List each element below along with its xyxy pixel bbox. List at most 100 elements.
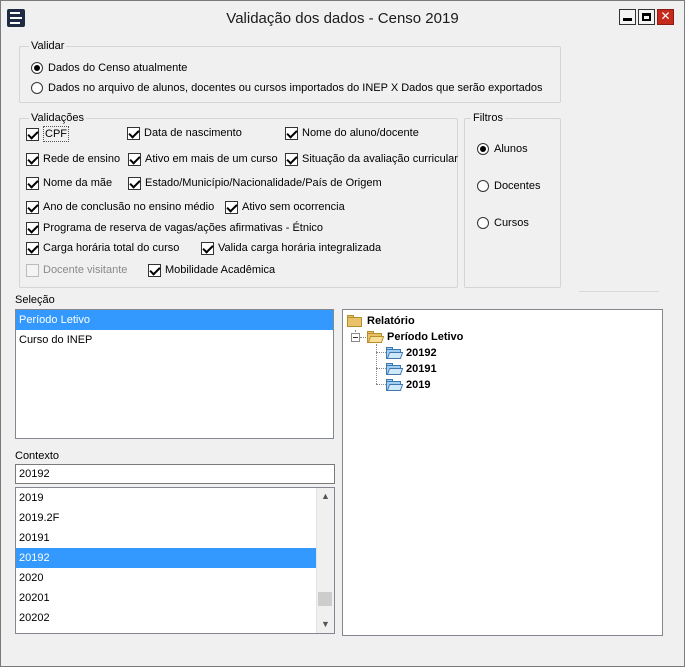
list-item[interactable]: 20191: [16, 528, 317, 548]
checkbox-cpf[interactable]: CPF: [26, 126, 69, 142]
radio-indicator[interactable]: [31, 82, 43, 94]
checkbox-ano-conclusao[interactable]: Ano de conclusão no ensino médio: [26, 200, 214, 214]
folder-open-icon: [386, 379, 404, 391]
collapse-icon[interactable]: [351, 333, 360, 342]
tree-node-leaf[interactable]: 20191: [386, 362, 437, 376]
radio-label: Cursos: [494, 217, 529, 229]
checkbox-indicator[interactable]: [26, 221, 39, 235]
checkbox-indicator[interactable]: [225, 200, 238, 214]
checkbox-label: Docente visitante: [43, 264, 128, 276]
title-bar: Validação dos dados - Censo 2019 ✕: [1, 1, 684, 35]
checkbox-label: CPF: [43, 126, 69, 142]
checkbox-label: Mobilidade Acadêmica: [165, 264, 276, 276]
list-item[interactable]: 2020: [16, 568, 317, 588]
checkbox-indicator[interactable]: [26, 200, 39, 214]
checkbox-mobilidade-academica[interactable]: Mobilidade Acadêmica: [148, 263, 275, 277]
list-item[interactable]: 20202: [16, 608, 317, 628]
tree-node-label: 2019: [406, 379, 431, 391]
checkbox-indicator[interactable]: [26, 241, 39, 255]
radio-dados-arquivo[interactable]: Dados no arquivo de alunos, docentes ou …: [31, 81, 543, 95]
checkbox-programa-reserva[interactable]: Programa de reserva de vagas/ações afirm…: [26, 221, 323, 235]
contexto-input[interactable]: 20192: [15, 464, 335, 484]
checkbox-label: Carga horária total do curso: [43, 242, 180, 254]
checkbox-data-nascimento[interactable]: Data de nascimento: [127, 126, 242, 140]
maximize-button[interactable]: [638, 9, 655, 25]
close-button[interactable]: ✕: [657, 9, 674, 25]
list-item[interactable]: 20201: [16, 588, 317, 608]
checkbox-docente-visitante: Docente visitante: [26, 263, 127, 277]
checkbox-label: Nome do aluno/docente: [302, 127, 419, 139]
tree-connector: [376, 368, 386, 369]
scroll-up-icon[interactable]: ▲: [317, 488, 334, 505]
separator-line: [579, 291, 659, 292]
checkbox-indicator[interactable]: [128, 176, 141, 190]
radio-indicator[interactable]: [477, 143, 489, 155]
tree-node-relatorio[interactable]: Relatório: [347, 314, 415, 328]
checkbox-label: Ano de conclusão no ensino médio: [43, 201, 215, 213]
checkbox-label: Data de nascimento: [144, 127, 242, 139]
folder-icon: [347, 315, 363, 327]
folder-open-icon: [367, 331, 385, 343]
checkbox-label: Ativo em mais de um curso: [145, 153, 278, 165]
checkbox-estado-municipio[interactable]: Estado/Município/Nacionalidade/País de O…: [128, 176, 382, 190]
folder-open-icon: [386, 347, 404, 359]
checkbox-indicator[interactable]: [285, 152, 298, 166]
scroll-down-icon[interactable]: ▼: [317, 616, 334, 633]
checkbox-ativo-sem-ocorrencia[interactable]: Ativo sem ocorrencia: [225, 200, 345, 214]
checkbox-valida-carga-horaria[interactable]: Valida carga horária integralizada: [201, 241, 381, 255]
tree-connector: [376, 344, 377, 384]
checkbox-indicator[interactable]: [128, 152, 141, 166]
list-item[interactable]: 2019: [16, 488, 317, 508]
checkbox-label: Rede de ensino: [43, 153, 121, 165]
tree-node-leaf[interactable]: 20192: [386, 346, 437, 360]
checkbox-indicator[interactable]: [201, 241, 214, 255]
main-window: Validação dos dados - Censo 2019 ✕ Valid…: [0, 0, 685, 667]
checkbox-ativo-mais-curso[interactable]: Ativo em mais de um curso: [128, 152, 278, 166]
tree-node-leaf[interactable]: 2019: [386, 378, 430, 392]
radio-docentes[interactable]: Docentes: [477, 179, 540, 193]
tree-node-label: 20192: [406, 347, 437, 359]
radio-alunos[interactable]: Alunos: [477, 142, 528, 156]
checkbox-indicator[interactable]: [26, 127, 39, 141]
selecao-listbox[interactable]: Período Letivo Curso do INEP: [15, 309, 334, 439]
scroll-thumb[interactable]: [318, 592, 332, 607]
minimize-icon: [623, 18, 632, 21]
minimize-button[interactable]: [619, 9, 636, 25]
list-item[interactable]: Curso do INEP: [16, 330, 333, 350]
radio-indicator[interactable]: [31, 62, 43, 74]
close-icon: ✕: [660, 9, 671, 23]
filtros-group-label: Filtros: [471, 112, 505, 125]
contexto-listbox[interactable]: 2019 2019.2F 20191 20192 2020 20201 2020…: [15, 487, 335, 634]
checkbox-rede-ensino[interactable]: Rede de ensino: [26, 152, 120, 166]
validacoes-group-label: Validações: [29, 112, 86, 125]
window-title: Validação dos dados - Censo 2019: [226, 10, 459, 27]
checkbox-label: Valida carga horária integralizada: [218, 242, 382, 254]
validar-group-label: Validar: [29, 40, 67, 53]
checkbox-indicator[interactable]: [148, 263, 161, 277]
contexto-scrollbar[interactable]: ▲ ▼: [316, 488, 334, 633]
list-item[interactable]: Período Letivo: [16, 310, 333, 330]
radio-label: Docentes: [494, 180, 541, 192]
checkbox-situacao-avaliacao[interactable]: Situação da avaliação curricular: [285, 152, 458, 166]
contexto-label: Contexto: [15, 450, 60, 462]
checkbox-indicator: [26, 263, 39, 277]
checkbox-carga-horaria-total[interactable]: Carga horária total do curso: [26, 241, 179, 255]
checkbox-indicator[interactable]: [26, 176, 39, 190]
tree-node-periodo-letivo[interactable]: Período Letivo: [367, 330, 463, 344]
checkbox-indicator[interactable]: [127, 126, 140, 140]
maximize-icon: [642, 13, 651, 21]
list-item[interactable]: 20192: [16, 548, 317, 568]
relatorio-tree[interactable]: Relatório Período Letivo 20192 20191 201…: [342, 309, 663, 636]
radio-indicator[interactable]: [477, 217, 489, 229]
checkbox-nome-aluno[interactable]: Nome do aluno/docente: [285, 126, 419, 140]
checkbox-nome-mae[interactable]: Nome da mãe: [26, 176, 112, 190]
checkbox-indicator[interactable]: [285, 126, 298, 140]
radio-indicator[interactable]: [477, 180, 489, 192]
checkbox-indicator[interactable]: [26, 152, 39, 166]
radio-cursos[interactable]: Cursos: [477, 216, 529, 230]
checkbox-label: Programa de reserva de vagas/ações afirm…: [43, 222, 324, 234]
radio-dados-censo[interactable]: Dados do Censo atualmente: [31, 61, 187, 75]
list-item[interactable]: 2019.2F: [16, 508, 317, 528]
tree-connector: [376, 384, 386, 385]
tree-node-label: 20191: [406, 363, 437, 375]
